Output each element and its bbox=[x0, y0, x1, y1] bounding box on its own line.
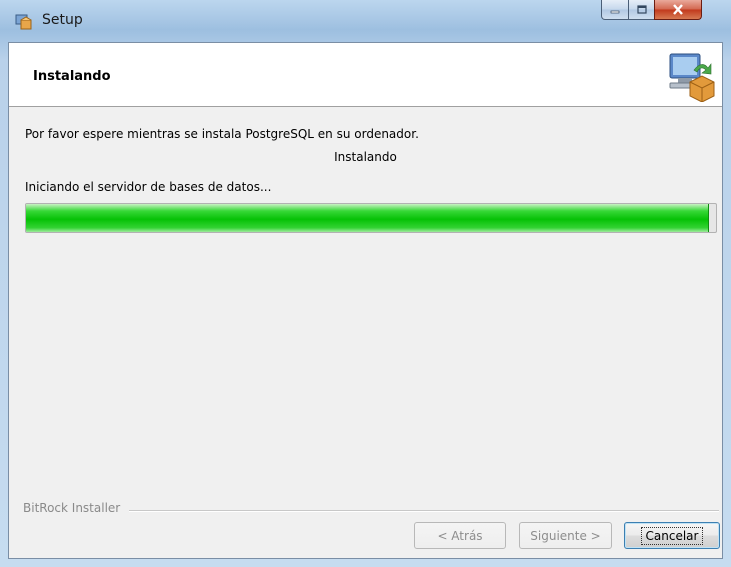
minimize-button[interactable] bbox=[601, 0, 629, 20]
maximize-button[interactable] bbox=[628, 0, 655, 20]
brand-label: BitRock Installer bbox=[23, 501, 121, 515]
progress-fill bbox=[26, 204, 710, 232]
cancel-button[interactable]: Cancelar bbox=[624, 522, 720, 549]
caption-buttons bbox=[601, 0, 731, 22]
setup-window: Setup Instalando Por favor espere mientr… bbox=[0, 0, 731, 567]
install-detail: Iniciando el servidor de bases de datos.… bbox=[25, 180, 272, 194]
install-message: Por favor espere mientras se instala Pos… bbox=[25, 127, 419, 141]
close-button[interactable] bbox=[654, 0, 702, 20]
close-icon bbox=[673, 4, 683, 15]
wizard-header: Instalando bbox=[9, 43, 722, 107]
window-title: Setup bbox=[42, 12, 83, 28]
dialog-client: Instalando Por favor espere mientras se … bbox=[8, 42, 723, 559]
maximize-icon bbox=[636, 5, 647, 14]
setup-app-icon bbox=[15, 14, 32, 30]
page-title: Instalando bbox=[33, 69, 111, 84]
minimize-icon bbox=[610, 10, 620, 13]
install-status: Instalando bbox=[334, 150, 397, 164]
footer-divider bbox=[129, 510, 719, 512]
back-button-label: < Atrás bbox=[437, 528, 483, 543]
cancel-button-label: Cancelar bbox=[640, 526, 704, 545]
progress-bar bbox=[25, 203, 717, 233]
installer-box-icon bbox=[669, 53, 715, 102]
next-button-label: Siguiente > bbox=[530, 528, 601, 543]
next-button[interactable]: Siguiente > bbox=[519, 522, 612, 549]
title-bar[interactable]: Setup bbox=[0, 0, 731, 42]
back-button[interactable]: < Atrás bbox=[414, 522, 506, 549]
